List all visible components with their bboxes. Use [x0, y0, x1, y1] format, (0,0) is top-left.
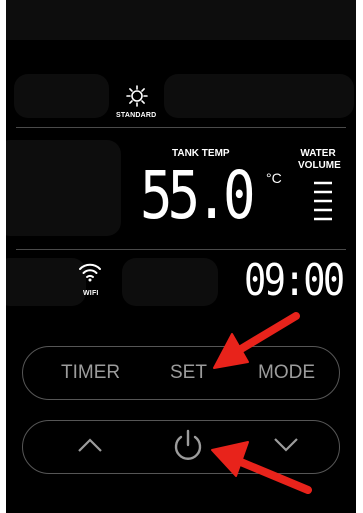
clock-readout: 09:00: [244, 255, 345, 306]
display-backdrop-segment: [6, 0, 356, 40]
water-volume-label: WATER VOLUME: [298, 148, 341, 172]
display-divider-bottom: [16, 249, 346, 250]
power-icon[interactable]: [172, 428, 204, 462]
temperature-readout: 55.0: [140, 157, 256, 234]
display-divider-top: [16, 127, 346, 128]
set-button[interactable]: SET: [170, 362, 207, 384]
standard-mode-label: STANDARD: [116, 112, 157, 119]
wifi-label: WIFI: [83, 290, 99, 297]
sun-icon: [126, 85, 148, 107]
wifi-icon: [78, 262, 102, 282]
display-backdrop-segment: [122, 258, 218, 306]
chevron-up-icon[interactable]: [77, 436, 103, 454]
water-volume-level-indicator: [312, 180, 334, 226]
water-volume-label-line1: WATER: [300, 148, 336, 159]
display-backdrop-segment: [6, 140, 121, 236]
display-backdrop-segment: [164, 74, 354, 118]
water-volume-label-line2: VOLUME: [298, 160, 341, 171]
temperature-unit: °C: [266, 170, 282, 186]
chevron-down-icon[interactable]: [273, 436, 299, 454]
display-backdrop-segment: [14, 74, 109, 118]
control-panel: STANDARD TANK TEMP 55.0 °C WATER VOLUME …: [6, 0, 356, 513]
display-backdrop-segment: [6, 258, 86, 306]
timer-button[interactable]: TIMER: [61, 362, 120, 384]
mode-button[interactable]: MODE: [258, 362, 315, 384]
